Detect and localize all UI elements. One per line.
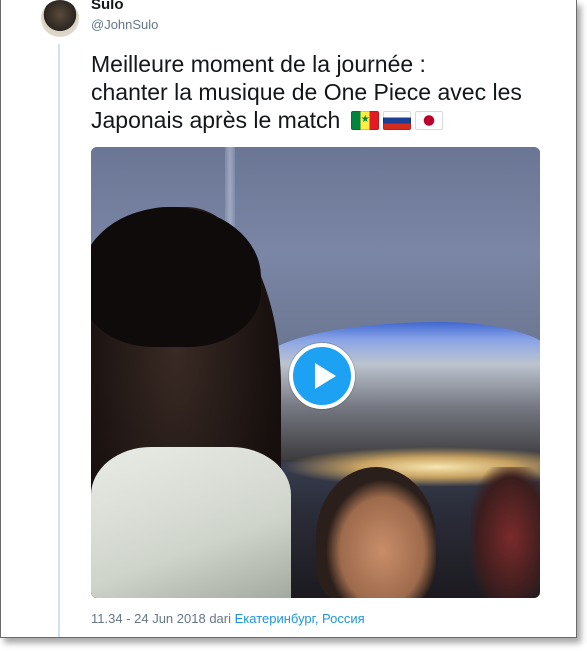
japan-flag-icon [414, 111, 443, 130]
author-display-name[interactable]: Sulo [91, 0, 124, 13]
senegal-flag-icon [350, 111, 379, 130]
tweet-meta: 11.34 - 24 Jun 2018 dari Екатеринбург, Р… [91, 611, 365, 626]
tweet-timestamp[interactable]: 11.34 - 24 Jun 2018 [91, 611, 206, 626]
video-person-right [316, 467, 436, 598]
video-player[interactable] [91, 147, 540, 598]
tweet-text-line: Japonais après le match [91, 106, 561, 134]
tweet-text-line: Meilleure moment de la journée : [91, 51, 426, 77]
avatar[interactable] [41, 0, 79, 37]
tweet-text-line: chanter la musique de One Piece avec les [91, 79, 522, 105]
author-handle[interactable]: @JohnSulo [91, 17, 158, 32]
thread-line [58, 44, 60, 637]
russia-flag-icon [382, 111, 411, 130]
video-person-left-hair [91, 207, 261, 347]
play-icon [315, 363, 336, 389]
video-crowd [471, 467, 540, 598]
play-button[interactable] [289, 343, 355, 409]
tweet-location-link[interactable]: Екатеринбург, Россия [235, 611, 365, 626]
video-shirt [91, 447, 291, 598]
tweet-text: Meilleure moment de la journée : chanter… [91, 50, 561, 134]
from-word: dari [209, 611, 231, 626]
tweet-card: Sulo @JohnSulo Meilleure moment de la jo… [0, 0, 577, 638]
tweet-text-line-content: Japonais après le match [91, 107, 341, 133]
